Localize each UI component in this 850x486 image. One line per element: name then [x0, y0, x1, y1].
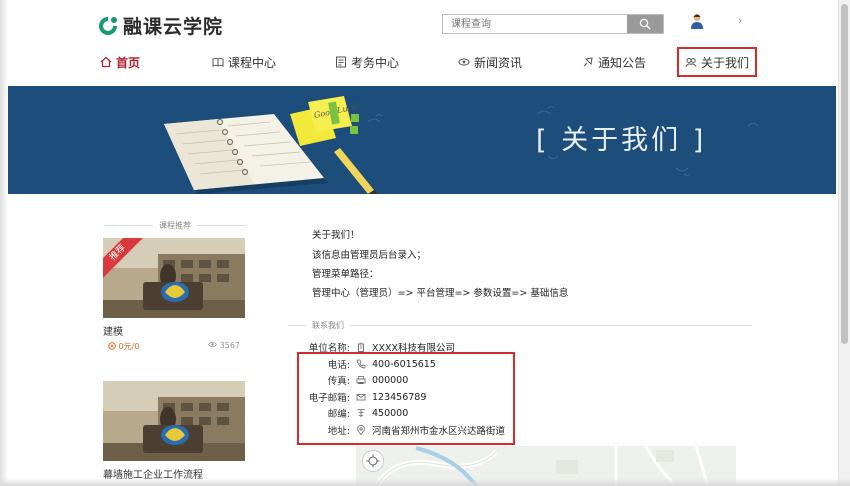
- nav-label: 课程中心: [228, 55, 277, 70]
- nav-home[interactable]: 首页: [100, 50, 140, 74]
- exam-icon: [336, 56, 346, 68]
- book-icon: [212, 57, 224, 67]
- course-card-meta: 0元/0 3567: [108, 341, 240, 352]
- recommend-header: 课程推荐: [104, 220, 246, 231]
- home-icon: [100, 56, 112, 68]
- nav-label: 首页: [116, 55, 141, 70]
- price-tag-icon: [108, 342, 116, 350]
- intro-line: 管理菜单路径：: [312, 269, 379, 280]
- nav-notice[interactable]: 通知公告: [582, 50, 646, 74]
- nav-news[interactable]: 新闻资讯: [458, 50, 522, 74]
- page-banner: Good Luck! [ 关于我们 ]: [8, 86, 836, 194]
- user-avatar-icon[interactable]: [690, 13, 704, 29]
- recommend-header-label: 课程推荐: [159, 221, 191, 230]
- course-price-value: 0元/0: [118, 342, 140, 351]
- course-price: 0元/0: [108, 341, 139, 352]
- notebook-illustration: Good Luck!: [164, 96, 759, 194]
- nav-about-us[interactable]: 关于我们: [677, 47, 758, 77]
- intro-line: 关于我们！: [312, 230, 360, 241]
- left-edge-shadow: [0, 0, 8, 486]
- course-views: 3567: [208, 341, 240, 352]
- page-scrollbar[interactable]: [838, 0, 850, 486]
- logo-mark-icon: [99, 16, 117, 35]
- course-card-thumbnail[interactable]: 推荐: [103, 238, 245, 318]
- contact-highlight-box: [297, 352, 515, 445]
- locate-icon: [366, 454, 380, 468]
- course-card-title[interactable]: 建模: [103, 323, 123, 338]
- course-card-thumbnail[interactable]: [103, 381, 245, 461]
- bottom-edge-shadow: [0, 478, 850, 486]
- nav-label: 新闻资讯: [474, 55, 523, 70]
- search-button[interactable]: [627, 15, 663, 33]
- search-input[interactable]: [443, 15, 627, 33]
- map-locate-button[interactable]: [362, 450, 384, 472]
- search-icon: [639, 18, 651, 30]
- building-icon: [358, 342, 364, 352]
- chevron-right-icon[interactable]: ›: [738, 14, 742, 27]
- intro-line: 管理中心（管理员）=> 平台管理=> 参数设置=> 基础信息: [312, 288, 569, 299]
- browser-frame: 融课云学院 › 首页 课程中心 考务中心 新闻资讯: [0, 0, 850, 486]
- news-icon: [458, 58, 470, 66]
- contact-header-label: 联系我们: [312, 321, 344, 330]
- banner-title: [ 关于我们 ]: [536, 125, 707, 156]
- site-logo[interactable]: 融课云学院: [96, 12, 223, 39]
- scrollbar-thumb[interactable]: [841, 4, 848, 344]
- logo-text: 融课云学院: [123, 16, 224, 38]
- eye-icon: [208, 341, 218, 348]
- course-search: [442, 14, 664, 34]
- school-photo-image: [103, 381, 245, 461]
- contact-header: 联系我们: [288, 320, 752, 331]
- nav-label: 关于我们: [701, 55, 750, 70]
- course-views-count: 3567: [219, 341, 240, 350]
- nav-label: 通知公告: [598, 55, 647, 70]
- nav-label: 考务中心: [351, 55, 400, 70]
- intro-line: 该信息由管理员后台录入；: [312, 250, 427, 261]
- people-icon: [685, 58, 697, 67]
- nav-course-center[interactable]: 课程中心: [212, 50, 276, 74]
- notice-icon: [583, 57, 593, 67]
- nav-exam-center[interactable]: 考务中心: [335, 50, 399, 74]
